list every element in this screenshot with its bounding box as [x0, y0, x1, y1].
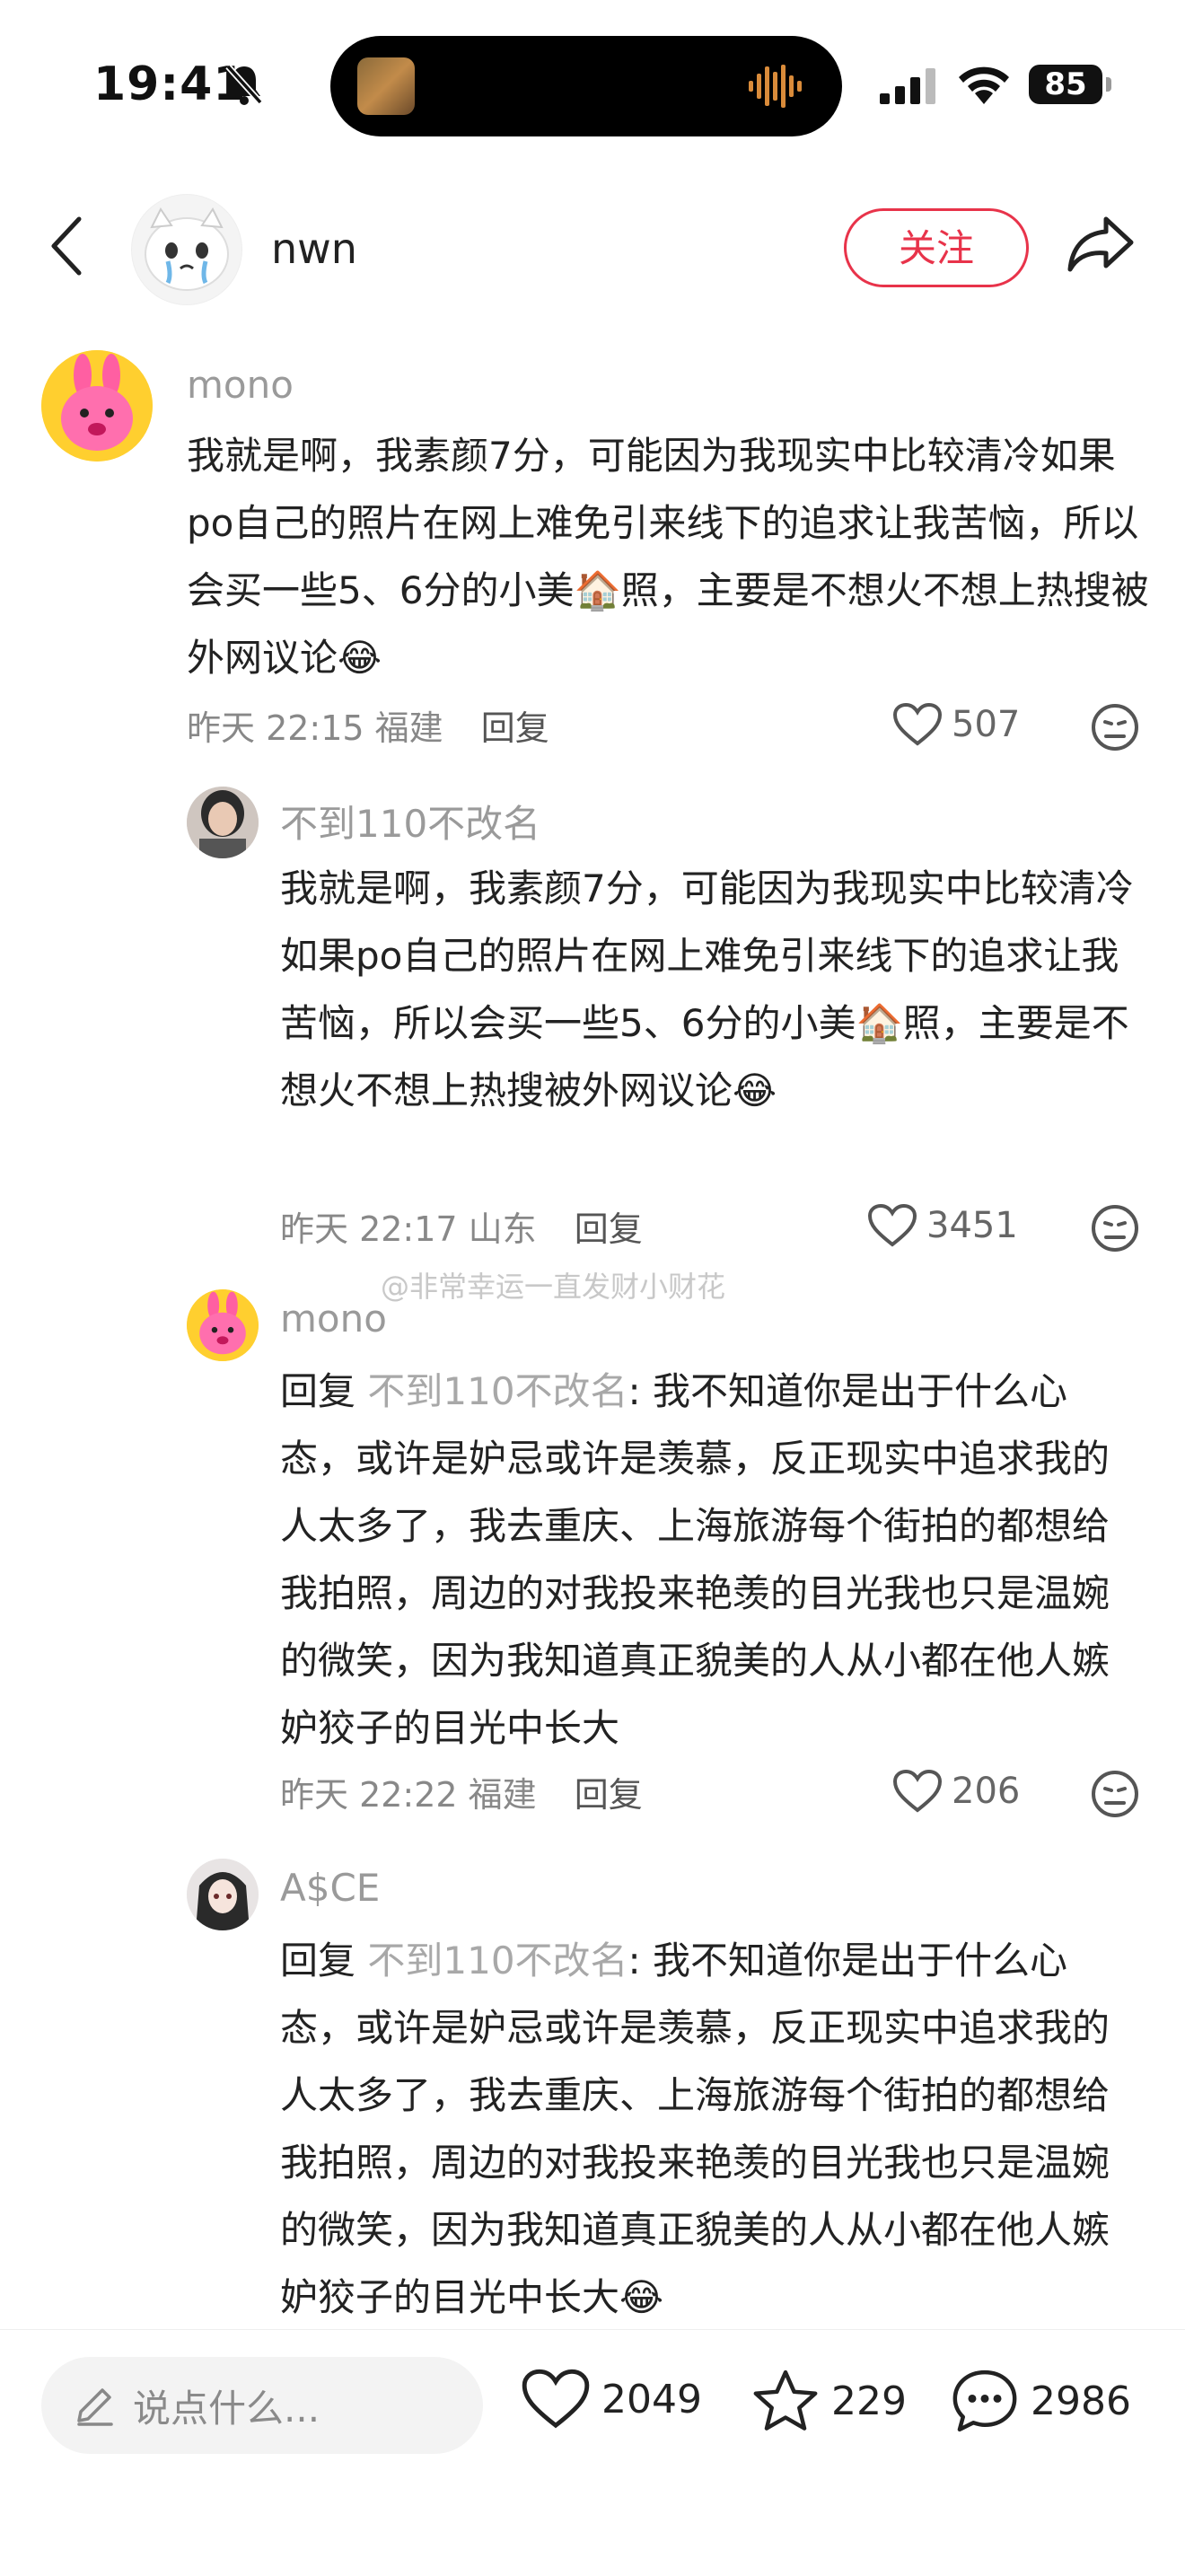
comment-text: 我就是啊，我素颜7分，可能因为我现实中比较清冷如果po自己的照片在网上难免引来线… [187, 434, 1149, 680]
anime-girl-icon [187, 1859, 259, 1930]
audio-wave-icon [749, 65, 802, 108]
post-comment-count: 2986 [1031, 2378, 1131, 2424]
comment-time-location: 昨天 22:15 福建 [187, 708, 443, 748]
pink-rabbit-icon [187, 1289, 259, 1361]
comment-time-location: 昨天 22:22 福建 [280, 1775, 537, 1815]
reply-body: : 我不知道你是出于什么心态，或许是妒忌或许是羡慕，反正现实中追求我的人太多了，… [280, 1939, 1110, 2319]
like-count: 3451 [926, 1205, 1018, 1246]
comment-username[interactable]: mono [187, 363, 294, 407]
status-bar: 19:41 85 [0, 0, 1185, 171]
reply-button[interactable]: 回复 [575, 1775, 643, 1815]
like-button[interactable]: 206 [892, 1769, 1020, 1814]
post-like-count: 2049 [601, 2376, 702, 2422]
post-star-count: 229 [831, 2378, 907, 2424]
pencil-icon [77, 2388, 113, 2426]
status-time: 19:41 [93, 57, 247, 111]
battery-tip [1106, 77, 1111, 92]
comment-time-location: 昨天 22:17 山东 [280, 1209, 537, 1249]
heart-icon [867, 1203, 917, 1247]
watermark-text: @非常幸运一直发财小财花 [381, 1270, 726, 1304]
like-count: 507 [952, 704, 1021, 745]
cellular-signal-icon [880, 68, 935, 104]
author-avatar[interactable] [131, 194, 242, 305]
like-button[interactable]: 507 [892, 702, 1020, 747]
reply-button[interactable]: 回复 [481, 708, 549, 748]
user-avatar[interactable] [41, 350, 153, 462]
user-avatar[interactable] [187, 787, 259, 858]
reply-body: : 我不知道你是出于什么心态，或许是妒忌或许是羡慕，反正现实中追求我的人太多了，… [280, 1369, 1110, 1750]
comment-text: 回复 不到110不改名: 我不知道你是出于什么心态，或许是妒忌或许是羡慕，反正现… [280, 1927, 1142, 2331]
emoji-reaction-icon[interactable] [1090, 1769, 1140, 1819]
comment-text: 回复 不到110不改名: 我不知道你是出于什么心态，或许是妒忌或许是羡慕，反正现… [280, 1358, 1142, 1762]
comment-username[interactable]: 不到110不改名 [280, 794, 540, 848]
post-star-button[interactable]: 229 [750, 2368, 907, 2434]
pink-rabbit-icon [41, 350, 153, 462]
reply-target-username[interactable]: 不到110不改名 [367, 1939, 628, 1983]
comment-meta: 昨天 22:17 山东 回复 [280, 1201, 643, 1251]
reply-target-username[interactable]: 不到110不改名 [367, 1369, 628, 1413]
comment-input-placeholder: 说点什么... [133, 2386, 320, 2431]
share-icon[interactable] [1065, 214, 1137, 273]
heart-icon [522, 2369, 590, 2429]
music-artwork [357, 57, 415, 115]
cat-face-icon [145, 207, 229, 291]
star-icon [753, 2369, 818, 2431]
heart-icon [892, 1769, 943, 1813]
follow-button[interactable]: 关注 [844, 208, 1029, 287]
reply-button[interactable]: 回复 [575, 1209, 643, 1249]
dynamic-island[interactable] [330, 36, 842, 136]
comment-meta: 昨天 22:22 福建 回复 [280, 1767, 643, 1816]
back-arrow-icon[interactable] [48, 214, 84, 278]
comment-input[interactable]: 说点什么... [41, 2357, 483, 2454]
comment-meta: 昨天 22:15 福建 回复 [187, 700, 549, 750]
comment-username[interactable]: mono [280, 1297, 387, 1341]
post-like-button[interactable]: 2049 [521, 2368, 702, 2431]
bottom-action-bar: 说点什么... 2049 229 2986 [0, 2329, 1185, 2576]
speech-bubble-icon [952, 2369, 1017, 2432]
reply-prefix: 回复 [280, 1369, 356, 1413]
like-count: 206 [952, 1771, 1021, 1812]
reply-prefix: 回复 [280, 1939, 356, 1983]
emoji-reaction-icon[interactable] [1090, 702, 1140, 752]
user-avatar[interactable] [187, 1859, 259, 1930]
wifi-icon [959, 66, 1009, 104]
comment-username[interactable]: A$CE [280, 1866, 380, 1910]
bell-muted-icon [225, 64, 263, 105]
heart-icon [892, 702, 943, 746]
emoji-reaction-icon[interactable] [1090, 1203, 1140, 1253]
battery-indicator: 85 [1029, 65, 1102, 104]
post-comment-button[interactable]: 2986 [950, 2368, 1131, 2434]
like-button[interactable]: 3451 [867, 1203, 1018, 1248]
portrait-icon [187, 787, 259, 858]
author-name[interactable]: nwn [271, 224, 357, 273]
user-avatar[interactable] [187, 1289, 259, 1361]
comment-text: 我就是啊，我素颜7分，可能因为我现实中比较清冷如果po自己的照片在网上难免引来线… [280, 866, 1134, 1112]
